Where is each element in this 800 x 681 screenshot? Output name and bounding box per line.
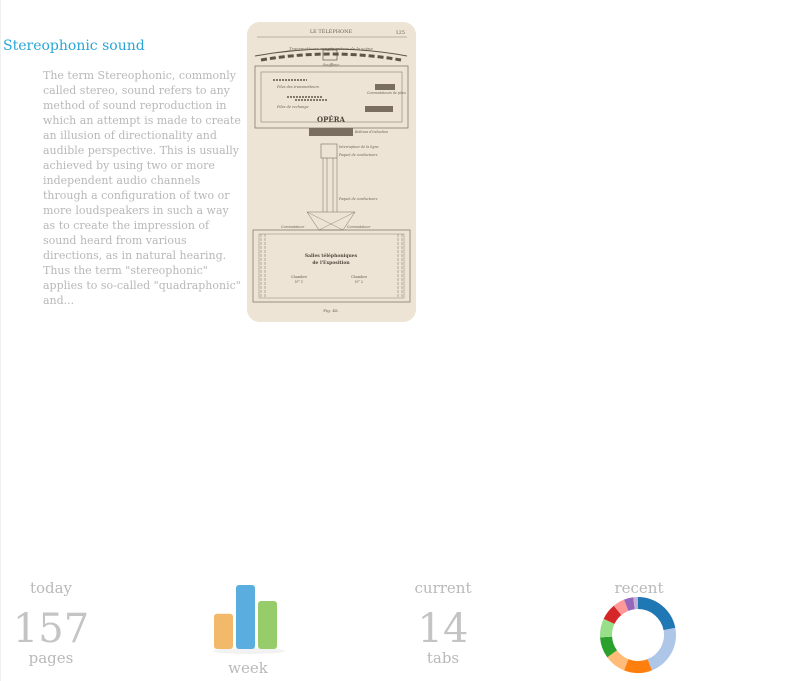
- switch-block-1: [375, 84, 395, 90]
- engraving-commutateurs-piles: Commutateurs de piles: [367, 91, 406, 95]
- current-unit: tabs: [426, 649, 460, 667]
- engraving-interrupteur: Interrupteur de la ligne: [338, 145, 379, 149]
- engraving-paquet-2: Paquet de conducteurs: [338, 197, 378, 201]
- week-bar-3: [258, 601, 277, 649]
- engraving-header-right: 125: [395, 30, 405, 36]
- engraving-salles-line2: de l'Exposition: [312, 260, 350, 266]
- engraving-stage-label: OPÉRA: [317, 115, 346, 124]
- today-page-count: 157: [12, 606, 90, 652]
- article-image[interactable]: LE TÉLÉPHONE 125 Transmetteurs rangés au…: [247, 22, 416, 322]
- engraving-chambre-1-no: N° 1: [295, 280, 303, 284]
- engraving-fig-caption: Fig. 48.: [323, 308, 339, 313]
- induction-coils: [309, 128, 353, 136]
- paper-background: [247, 22, 416, 322]
- week-chart-button[interactable]: [210, 582, 288, 656]
- today-label: today: [29, 579, 73, 597]
- week-bar-chart: [213, 585, 285, 654]
- recent-chart-button[interactable]: [599, 596, 677, 674]
- engraving-commutateur-left: Commutateur: [281, 225, 305, 229]
- current-label: current: [414, 579, 472, 597]
- engraving-piles-transmission: Piles des transmetteurs: [276, 85, 319, 89]
- recent-slice-1: [638, 597, 676, 631]
- left-divider: [0, 0, 1, 681]
- engraving-piles-rechange: Piles de rechange: [276, 105, 309, 109]
- today-unit: pages: [28, 649, 74, 667]
- recent-slice-3: [624, 659, 652, 673]
- week-label: week: [228, 659, 268, 677]
- page: Stereophonic sound The term Stereophonic…: [0, 0, 800, 681]
- engraving-paquet: Paquet de conducteurs: [338, 153, 378, 157]
- recent-label: recent: [614, 579, 664, 597]
- engraving-header-left: LE TÉLÉPHONE: [310, 27, 353, 35]
- engraving-salles-line1: Salles téléphoniques: [305, 252, 358, 259]
- week-bar-2: [236, 585, 255, 649]
- current-tab-count: 14: [417, 606, 469, 652]
- switch-block-2: [365, 106, 393, 112]
- engraving-bobines: Bobines d'induction: [354, 130, 388, 134]
- article-title-link[interactable]: Stereophonic sound: [3, 38, 145, 54]
- recent-slice-2: [647, 627, 676, 671]
- engraving-chambre-1: Chambre: [291, 275, 307, 279]
- engraving-souffleur: Souffleur: [323, 63, 340, 67]
- engraving-commutateur-right: Commutateur: [347, 225, 371, 229]
- engraving-chambre-2: Chambre: [351, 275, 367, 279]
- week-bar-1: [214, 613, 233, 649]
- telephone-opera-engraving: LE TÉLÉPHONE 125 Transmetteurs rangés au…: [247, 22, 416, 322]
- article-excerpt: The term Stereophonic, commonly called s…: [43, 69, 241, 307]
- engraving-chambre-2-no: N° 2: [355, 280, 363, 284]
- recent-donut-chart: [600, 597, 676, 673]
